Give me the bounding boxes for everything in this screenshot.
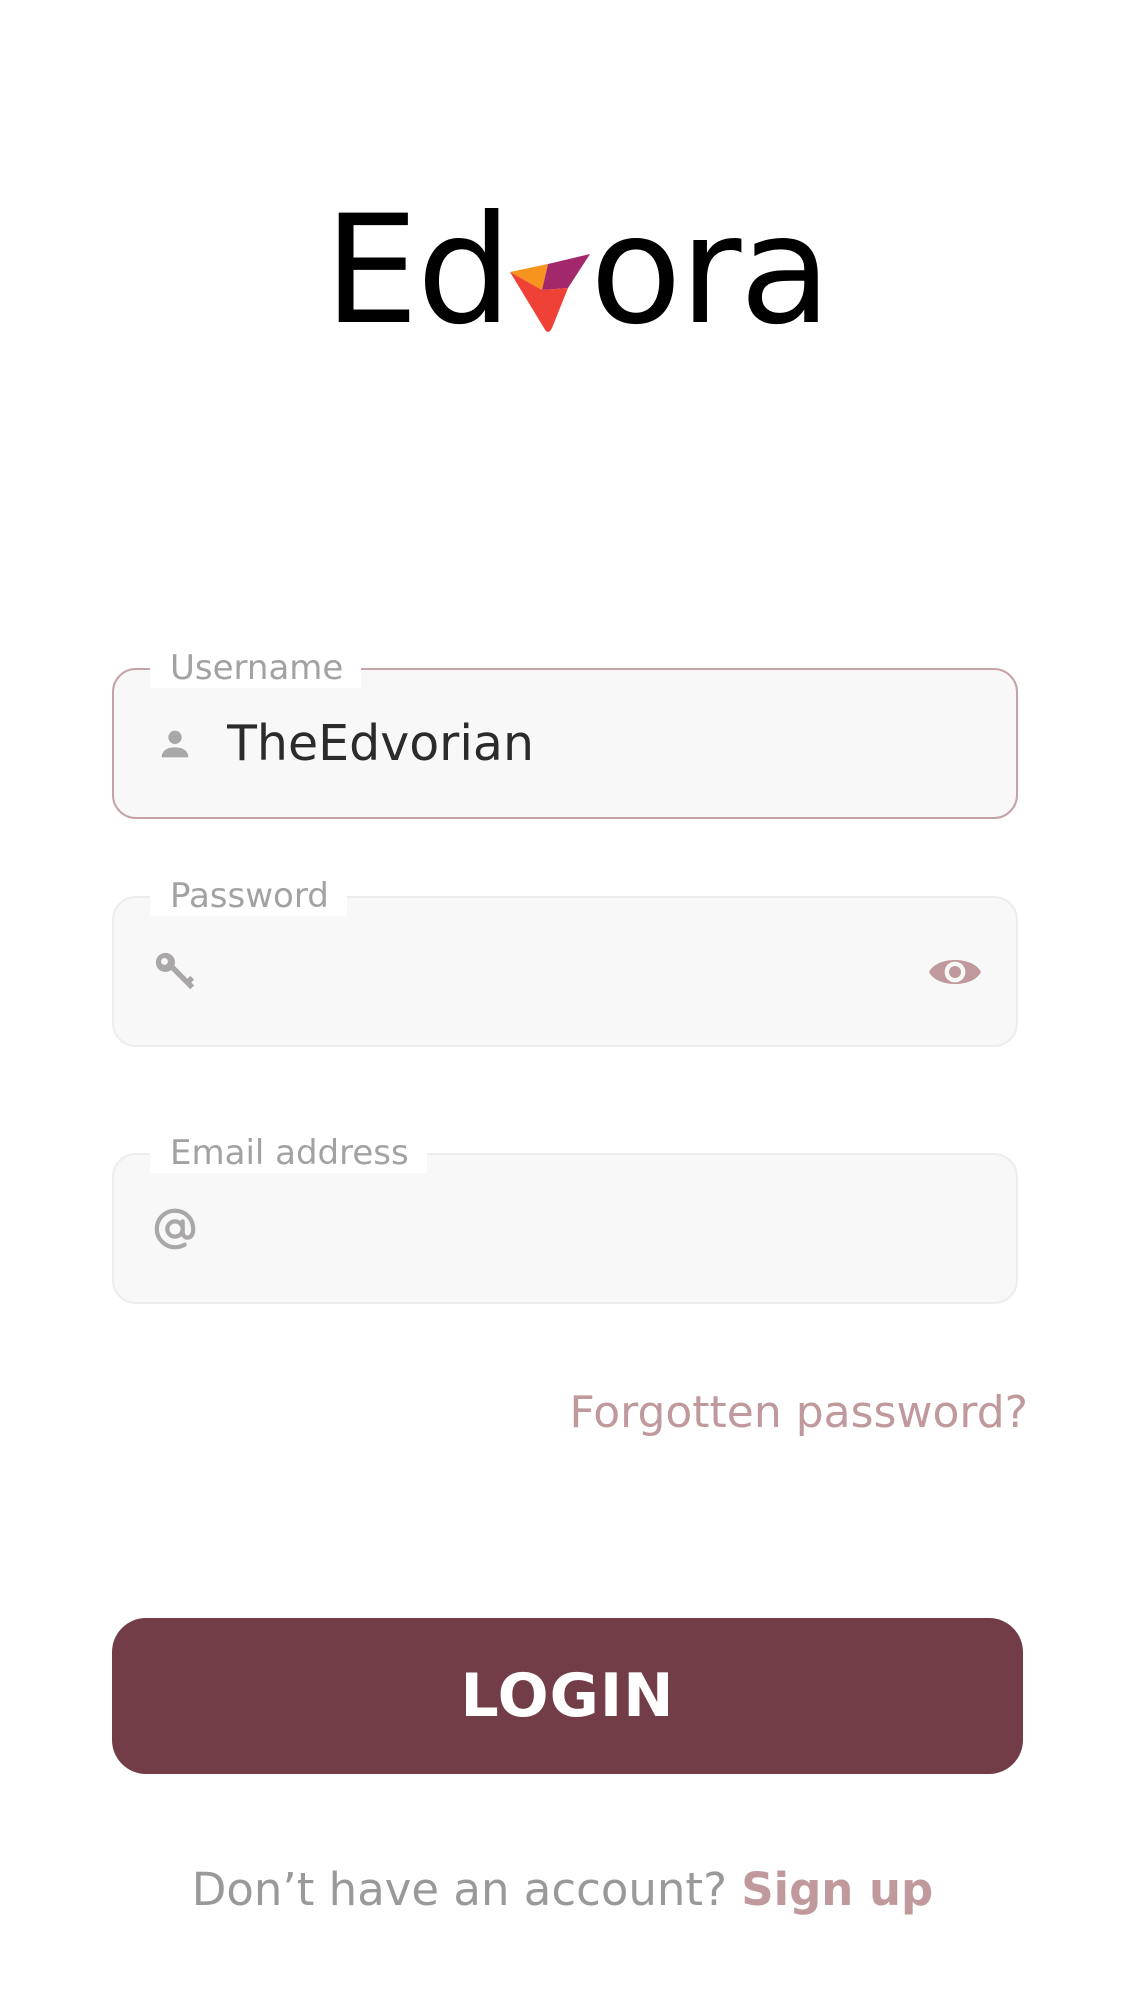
login-button[interactable]: LOGIN bbox=[112, 1618, 1023, 1774]
username-input[interactable] bbox=[227, 670, 916, 817]
signup-prompt-text: Don’t have an account? bbox=[191, 1863, 727, 1916]
password-input[interactable] bbox=[227, 898, 916, 1045]
forgot-password-link[interactable]: Forgotten password? bbox=[569, 1385, 1028, 1441]
username-field[interactable]: Username bbox=[112, 648, 1018, 819]
signup-link[interactable]: Sign up bbox=[741, 1863, 933, 1916]
eye-icon[interactable] bbox=[926, 952, 984, 992]
logo-text-end: ora bbox=[590, 184, 831, 358]
person-icon bbox=[150, 719, 200, 769]
email-input[interactable] bbox=[227, 1155, 916, 1302]
password-field[interactable]: Password bbox=[112, 876, 1018, 1047]
logo-text-start: Ed bbox=[324, 184, 512, 358]
edvora-logo: Ed ora bbox=[324, 196, 831, 346]
key-icon bbox=[150, 947, 200, 997]
email-field[interactable]: Email address bbox=[112, 1133, 1018, 1304]
at-sign-icon bbox=[150, 1204, 200, 1254]
logo-v-mark-icon bbox=[508, 216, 592, 346]
signup-prompt: Don’t have an account? Sign up bbox=[0, 1862, 1125, 1918]
